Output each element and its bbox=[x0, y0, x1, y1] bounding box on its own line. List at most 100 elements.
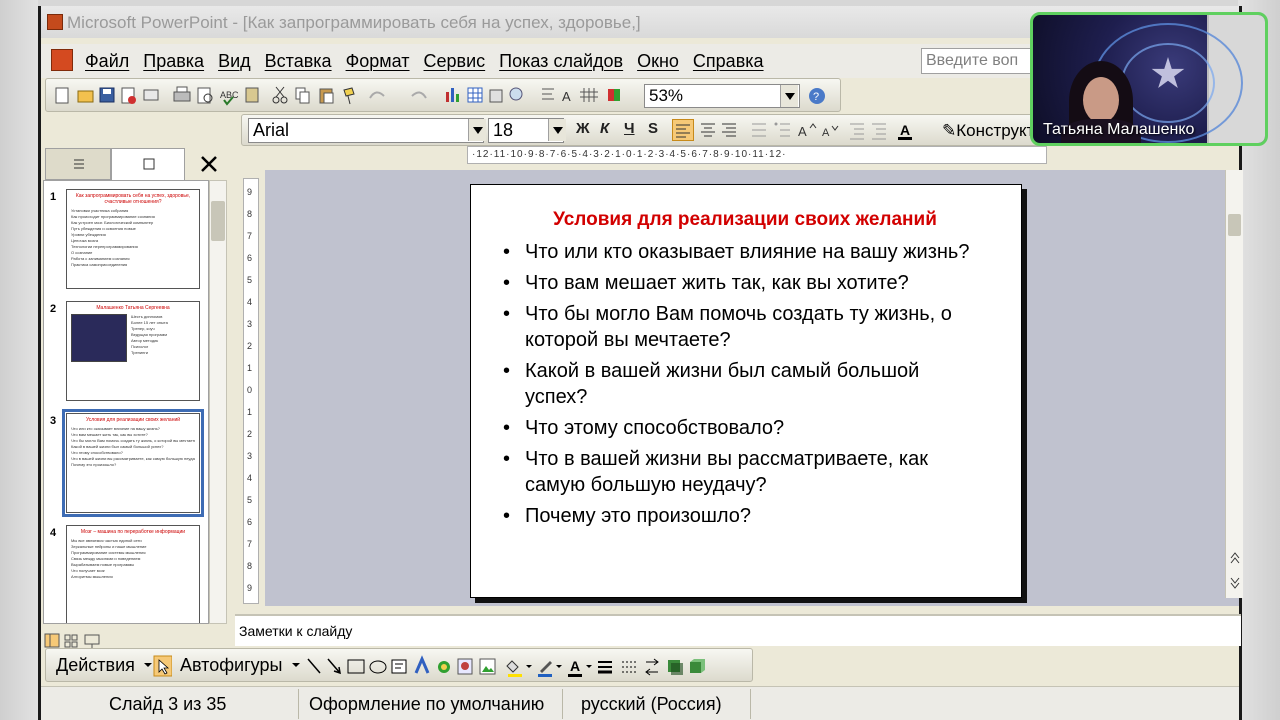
permission-icon bbox=[121, 87, 136, 104]
svg-text:A: A bbox=[570, 658, 580, 674]
actions-dropdown-icon[interactable] bbox=[142, 655, 172, 679]
tab-slides[interactable] bbox=[111, 148, 185, 180]
bold-button[interactable]: Ж bbox=[576, 120, 590, 137]
ruler-mark: 8 bbox=[247, 561, 253, 571]
textbox-icon bbox=[391, 659, 407, 674]
thumbnail-number: 4 bbox=[50, 527, 57, 539]
tab-outline[interactable] bbox=[45, 148, 111, 180]
help-search-input[interactable]: Введите воп bbox=[921, 48, 1041, 74]
design-icon: ✎ bbox=[942, 121, 957, 140]
slide-title[interactable]: Условия для реализации своих желаний bbox=[503, 209, 987, 231]
font-name-select[interactable]: Arial bbox=[248, 118, 484, 143]
zoom-select[interactable]: 53% bbox=[644, 84, 800, 108]
ruler-mark: 4 bbox=[247, 473, 253, 483]
align-right-icon bbox=[722, 123, 736, 137]
thumbnail-title: Мозг – машина по переработке информации bbox=[80, 529, 186, 535]
thumbnail-number: 2 bbox=[50, 303, 57, 315]
thumbnail-number: 3 bbox=[50, 415, 57, 427]
menu-insert[interactable]: Вставка bbox=[265, 51, 332, 72]
new-icon bbox=[55, 87, 69, 104]
expand-all-icon bbox=[542, 88, 554, 100]
menu-window[interactable]: Окно bbox=[637, 51, 679, 72]
dash-style-icon bbox=[622, 661, 636, 673]
3d-style-icon bbox=[690, 659, 705, 673]
thumbnail-line: Практика самоприсоединения bbox=[71, 262, 128, 267]
menu-items: Файл Правка Вид Вставка Формат Сервис По… bbox=[85, 51, 764, 72]
slide-bullet: Что или кто оказывает влияние на вашу жи… bbox=[503, 239, 987, 265]
slides-icon bbox=[143, 158, 155, 170]
font-dropdown-button[interactable] bbox=[468, 119, 486, 141]
increase-indent-icon bbox=[872, 123, 886, 140]
slide-sorter-icon[interactable] bbox=[64, 634, 78, 648]
vertical-ruler: 9 8 7 6 5 4 3 2 1 0 1 2 3 4 5 6 7 8 9 bbox=[243, 178, 259, 604]
autoshapes-menu[interactable]: Автофигуры bbox=[180, 655, 282, 676]
thumbnail-title: Малашенко Татьяна Сергеевна bbox=[96, 305, 170, 311]
align-left-button[interactable] bbox=[672, 119, 694, 141]
ruler-mark: 2 bbox=[247, 429, 253, 439]
thumbnail-slide-2[interactable]: Малашенко Татьяна Сергеевна Шесть диплом… bbox=[66, 301, 200, 401]
normal-view-icon[interactable] bbox=[44, 633, 60, 648]
fill-color-icon bbox=[506, 660, 532, 677]
formatting-toolbar-icons[interactable]: A A A bbox=[698, 120, 938, 142]
document-icon[interactable] bbox=[51, 49, 73, 71]
decrease-indent-icon bbox=[850, 123, 864, 140]
menu-format[interactable]: Формат bbox=[346, 51, 410, 72]
slideshow-view-icon[interactable] bbox=[84, 634, 100, 648]
actions-menu[interactable]: Действия bbox=[56, 655, 135, 676]
thumbnail-slide-3[interactable]: Условия для реализации своих желаний Что… bbox=[62, 409, 204, 517]
slides-pane: 1 Как запрограммировать себя на успех, з… bbox=[41, 146, 231, 654]
ruler-mark: 2 bbox=[247, 341, 253, 351]
current-slide[interactable]: Условия для реализации своих желаний Что… bbox=[470, 184, 1022, 598]
slide-bullet: Что вам мешает жить так, как вы хотите? bbox=[503, 270, 987, 296]
zoom-dropdown-button[interactable] bbox=[780, 85, 798, 107]
thumbnail-line: Тренинги bbox=[131, 350, 149, 355]
menu-edit[interactable]: Правка bbox=[143, 51, 204, 72]
thumbnail-slide-1[interactable]: Как запрограммировать себя на успех, здо… bbox=[66, 189, 200, 289]
ruler-mark: 7 bbox=[247, 231, 253, 241]
slide-bullet: Какой в вашей жизни был самый большой ус… bbox=[503, 358, 987, 410]
ruler-mark: 8 bbox=[247, 209, 253, 219]
thumbnail-slide-4[interactable]: Мозг – машина по переработке информации … bbox=[66, 525, 200, 623]
status-design: Оформление по умолчанию bbox=[301, 689, 563, 719]
svg-text:ABC: ABC bbox=[220, 90, 239, 100]
slide-canvas[interactable]: Условия для реализации своих желаний Что… bbox=[265, 170, 1239, 606]
picture-icon bbox=[479, 658, 496, 675]
arrow-style-icon bbox=[645, 658, 659, 676]
menu-help[interactable]: Справка bbox=[693, 51, 764, 72]
menu-view[interactable]: Вид bbox=[218, 51, 251, 72]
outline-icon bbox=[74, 159, 84, 169]
research-icon bbox=[245, 87, 259, 103]
menu-slideshow[interactable]: Показ слайдов bbox=[499, 51, 623, 72]
slide-bullet: Почему это произошло? bbox=[503, 503, 987, 529]
thumbnail-scrollbar[interactable] bbox=[209, 180, 227, 624]
shadow-button[interactable]: S bbox=[648, 120, 658, 137]
font-size-dropdown-button[interactable] bbox=[548, 119, 566, 141]
save-icon bbox=[99, 87, 115, 103]
italic-button[interactable]: К bbox=[600, 120, 609, 137]
presenter-face bbox=[1083, 77, 1119, 123]
standard-toolbar-icons[interactable]: ABC A bbox=[52, 80, 642, 112]
menu-file[interactable]: Файл bbox=[85, 51, 129, 72]
thumbnail-number: 1 bbox=[50, 191, 57, 203]
scroll-thumb[interactable] bbox=[211, 201, 225, 241]
notes-placeholder: Заметки к слайду bbox=[239, 623, 353, 639]
prev-next-slide-icons[interactable] bbox=[1228, 544, 1242, 594]
svg-text:A: A bbox=[822, 127, 830, 139]
notes-pane[interactable]: Заметки к слайду bbox=[235, 614, 1241, 646]
underline-button[interactable]: Ч bbox=[624, 120, 635, 137]
arrow-icon bbox=[327, 658, 341, 675]
tables-borders-icon bbox=[489, 89, 503, 103]
close-pane-icon[interactable] bbox=[199, 154, 219, 174]
canvas-scrollbar[interactable] bbox=[1225, 170, 1243, 598]
ruler-mark: 3 bbox=[247, 451, 253, 461]
previous-slide-icon bbox=[1230, 552, 1240, 564]
drawing-toolbar-icons[interactable]: A bbox=[290, 655, 750, 679]
help-icon[interactable]: ? bbox=[806, 85, 828, 107]
svg-text:?: ? bbox=[813, 91, 819, 103]
slide-bullet-list[interactable]: Что или кто оказывает влияние на вашу жи… bbox=[503, 239, 987, 529]
scroll-thumb[interactable] bbox=[1228, 214, 1241, 236]
insert-table-icon bbox=[467, 87, 483, 103]
ruler-mark: 5 bbox=[247, 495, 253, 505]
svg-text:A: A bbox=[562, 89, 571, 104]
menu-tools[interactable]: Сервис bbox=[424, 51, 486, 72]
